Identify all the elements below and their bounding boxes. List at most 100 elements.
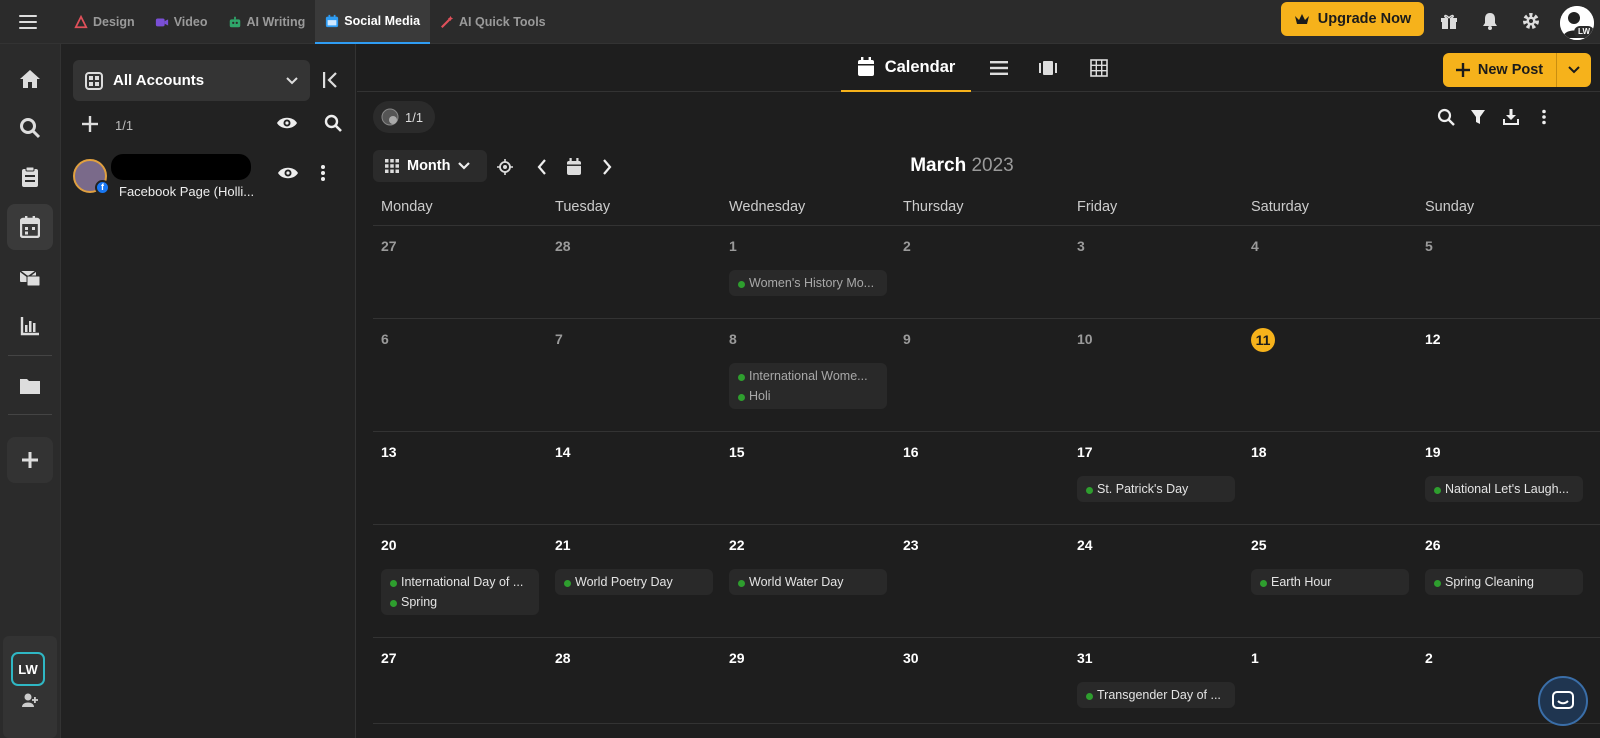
calendar-day[interactable]: 5	[1417, 226, 1591, 318]
board-view-icon[interactable]	[1036, 56, 1060, 80]
calendar-day[interactable]: 28	[547, 226, 721, 318]
calendar-day[interactable]: 27	[373, 226, 547, 318]
today-target-icon[interactable]	[494, 156, 516, 178]
calendar-day[interactable]: 25 Earth Hour	[1243, 525, 1417, 637]
calendar-day[interactable]: 22 World Water Day	[721, 525, 895, 637]
rail-add[interactable]	[7, 437, 53, 483]
calendar-day[interactable]: 2	[895, 226, 1069, 318]
design-icon	[74, 15, 88, 29]
calendar-day[interactable]: 28	[547, 638, 721, 723]
rail-search[interactable]	[7, 105, 53, 151]
calendar-day[interactable]: 1 Women's History Mo...	[721, 226, 895, 318]
calendar-day[interactable]: 21 World Poetry Day	[547, 525, 721, 637]
calendar-event[interactable]: International Wome...	[729, 366, 887, 386]
tab-ai-writing-label: AI Writing	[246, 15, 306, 29]
calendar-day[interactable]: 17 St. Patrick's Day	[1069, 432, 1243, 524]
collapse-panel-icon[interactable]	[320, 70, 344, 94]
grid-view-icon[interactable]	[1087, 56, 1111, 80]
pages-filter-chip[interactable]: 1/1	[373, 101, 435, 133]
rail-calendar[interactable]	[7, 204, 53, 250]
calendar-day[interactable]: 4	[1243, 226, 1417, 318]
gift-icon[interactable]	[1437, 9, 1461, 33]
calendar-event[interactable]: Holi	[729, 386, 887, 406]
new-post-button[interactable]: New Post	[1443, 53, 1591, 87]
rail-inbox[interactable]	[7, 254, 53, 300]
rail-home[interactable]	[7, 56, 53, 102]
calendar-day[interactable]: 26 Spring Cleaning	[1417, 525, 1591, 637]
calendar-day[interactable]: 31 Transgender Day of ...	[1069, 638, 1243, 723]
new-post-main[interactable]: New Post	[1443, 53, 1557, 87]
calendar-event[interactable]: Earth Hour	[1251, 572, 1409, 592]
calendar-day[interactable]: 20 International Day of ... Spring	[373, 525, 547, 637]
calendar-day[interactable]: 10	[1069, 319, 1243, 431]
tab-calendar[interactable]: Calendar	[841, 44, 971, 92]
list-view-icon[interactable]	[987, 56, 1011, 80]
calendar-day[interactable]: 8 International Wome... Holi	[721, 319, 895, 431]
calendar-day[interactable]: 23	[895, 525, 1069, 637]
filter-icon[interactable]	[1468, 107, 1488, 127]
calendar-day[interactable]: 19 National Let's Laugh...	[1417, 432, 1591, 524]
rail-analytics[interactable]	[7, 303, 53, 349]
calendar-event[interactable]: Spring Cleaning	[1425, 572, 1583, 592]
analytics-icon	[20, 317, 39, 336]
new-post-dropdown[interactable]	[1557, 53, 1591, 87]
user-avatar[interactable]: LW	[1560, 6, 1594, 40]
calendar-day[interactable]: 13	[373, 432, 547, 524]
calendar-day[interactable]: 12	[1417, 319, 1591, 431]
upgrade-now-button[interactable]: Upgrade Now	[1281, 2, 1424, 36]
accounts-select[interactable]: All Accounts	[73, 60, 310, 101]
calendar-day[interactable]: 16	[895, 432, 1069, 524]
calendar-day[interactable]: 7	[547, 319, 721, 431]
tab-design[interactable]: Design	[64, 0, 145, 44]
eye-icon[interactable]	[277, 165, 299, 181]
tab-social-media[interactable]: Social Media	[315, 0, 431, 44]
calendar-day[interactable]: 29	[721, 638, 895, 723]
calendar-day[interactable]: 6	[373, 319, 547, 431]
tab-social-media-label: Social Media	[344, 14, 421, 28]
calendar-event[interactable]: Transgender Day of ...	[1077, 685, 1235, 705]
calendar-event[interactable]: World Water Day	[729, 572, 887, 592]
rail-clipboard[interactable]	[7, 154, 53, 200]
prev-month-icon[interactable]	[531, 156, 553, 178]
gear-icon[interactable]	[1519, 9, 1543, 33]
tab-ai-quick-tools[interactable]: AI Quick Tools	[430, 0, 556, 44]
calendar-day[interactable]: 27	[373, 638, 547, 723]
calendar-day[interactable]: 30	[895, 638, 1069, 723]
calendar-event[interactable]: St. Patrick's Day	[1077, 479, 1235, 499]
calendar-day[interactable]: 15	[721, 432, 895, 524]
search-icon[interactable]	[1436, 107, 1456, 127]
calendar-day[interactable]: 1	[1243, 638, 1417, 723]
calendar-day[interactable]: 24	[1069, 525, 1243, 637]
calendar-day[interactable]: 14	[547, 432, 721, 524]
calendar-day[interactable]: 9	[895, 319, 1069, 431]
tab-ai-writing[interactable]: AI Writing	[218, 0, 316, 44]
add-account-icon[interactable]	[81, 115, 99, 133]
download-icon[interactable]	[1501, 107, 1521, 127]
search-accounts-icon[interactable]	[324, 114, 342, 132]
tab-ai-quick-tools-label: AI Quick Tools	[459, 15, 546, 29]
date-picker-icon[interactable]	[563, 156, 585, 178]
calendar-day[interactable]: 18	[1243, 432, 1417, 524]
calendar-event[interactable]: International Day of ...	[381, 572, 539, 592]
workspace-switch[interactable]: LW	[11, 652, 45, 686]
hamburger-menu-icon[interactable]	[14, 10, 42, 34]
more-vertical-icon[interactable]	[320, 164, 326, 182]
calendar-event[interactable]: National Let's Laugh...	[1425, 479, 1583, 499]
eye-icon[interactable]	[276, 115, 298, 131]
calendar-event[interactable]: Women's History Mo...	[729, 273, 887, 293]
calendar-day[interactable]: 11	[1243, 319, 1417, 431]
calendar-event[interactable]: World Poetry Day	[555, 572, 713, 592]
next-month-icon[interactable]	[596, 156, 618, 178]
bell-icon[interactable]	[1478, 9, 1502, 33]
account-item[interactable]: f Facebook Page (Holli...	[73, 154, 348, 204]
weekday-label: Wednesday	[729, 199, 806, 215]
rail-add-user[interactable]	[12, 682, 48, 718]
calendar-day[interactable]: 3	[1069, 226, 1243, 318]
view-mode-select[interactable]: Month	[373, 150, 487, 182]
rail-folder[interactable]	[7, 363, 53, 409]
tab-video[interactable]: Video	[145, 0, 218, 44]
chat-support-button[interactable]	[1538, 676, 1588, 726]
day-number: 16	[903, 444, 919, 460]
more-vertical-icon[interactable]	[1534, 107, 1554, 127]
calendar-event[interactable]: Spring	[381, 592, 539, 612]
